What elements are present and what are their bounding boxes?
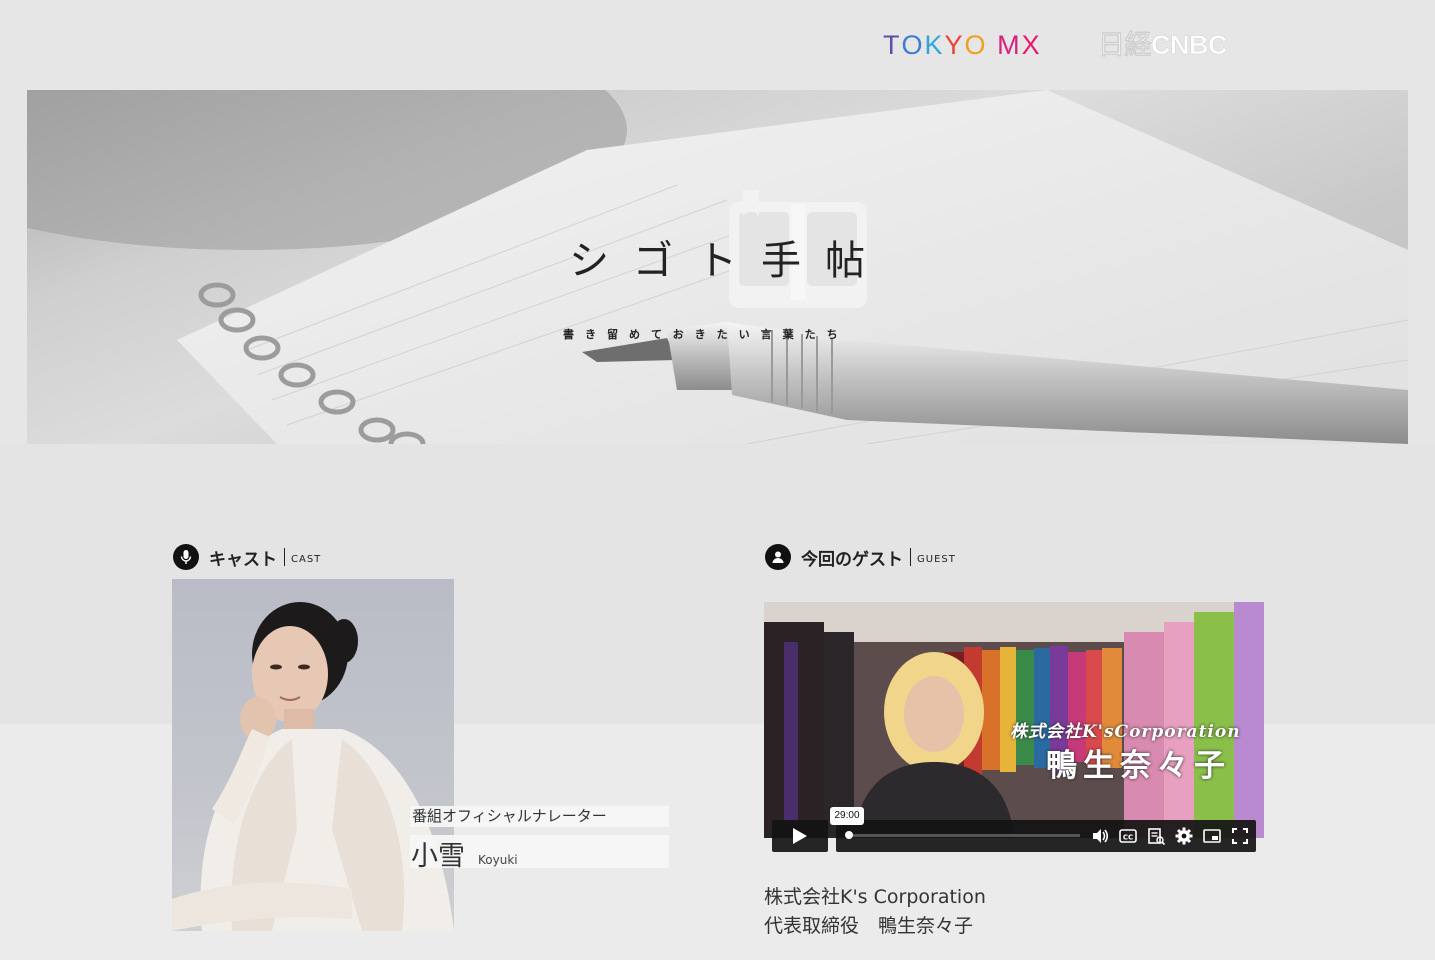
hero-banner: シゴト手帖 書き留めておきたい言葉たち (27, 90, 1408, 444)
logo-letter: X (1021, 30, 1042, 60)
narrator-name-en: Koyuki (478, 853, 518, 867)
program-title: シゴト手帖 (557, 190, 887, 330)
logo-letter: T (883, 30, 902, 60)
logo-letter: O (964, 30, 988, 60)
title-char: ト (697, 238, 737, 284)
guest-section-heading: 今回のゲスト GUEST (765, 544, 956, 570)
fullscreen-icon[interactable] (1230, 826, 1250, 846)
cast-section-heading: キャスト CAST (173, 544, 321, 570)
settings-gear-icon[interactable] (1174, 826, 1194, 846)
heading-divider (284, 548, 285, 566)
narrator-role-label: 番組オフィシャルナレーター (410, 806, 669, 827)
title-char: シ (569, 238, 609, 284)
svg-text:CC: CC (1123, 834, 1133, 842)
volume-icon[interactable] (1090, 826, 1110, 846)
play-button[interactable] (772, 820, 828, 852)
guest-heading-en: GUEST (917, 553, 956, 565)
cast-heading: キャスト (209, 549, 277, 570)
nikkei-cnbc-logo[interactable]: 日経CNBC (1098, 30, 1228, 61)
title-char: 手 (761, 238, 801, 284)
title-char: ゴ (633, 238, 673, 284)
logo-letter: Y (944, 30, 965, 60)
logo-letter: M (997, 30, 1022, 60)
picture-in-picture-icon[interactable] (1202, 826, 1222, 846)
guest-company: 株式会社K's Corporation (764, 886, 986, 908)
program-subtitle: 書き留めておきたい言葉たち (563, 328, 849, 341)
person-icon (765, 544, 791, 570)
heading-divider (910, 548, 911, 566)
video-progress-handle[interactable] (845, 831, 853, 839)
logo-letter (988, 30, 998, 60)
video-progress-bar[interactable] (848, 834, 1080, 837)
tokyo-mx-logo[interactable]: TOKYO MX (883, 30, 1042, 60)
play-icon (793, 828, 807, 844)
cast-heading-en: CAST (291, 553, 322, 565)
logo-letter: O (901, 30, 925, 60)
video-time-tooltip: 29:00 (830, 807, 864, 825)
program-title-text: シゴト手帖 (557, 228, 877, 286)
title-char: 帖 (825, 238, 865, 284)
guest-heading: 今回のゲスト (801, 549, 903, 570)
video-overlay-name: 鴨生奈々子 (1046, 748, 1231, 784)
captions-icon[interactable]: CC (1118, 826, 1138, 846)
logo-letter: K (924, 30, 945, 60)
microphone-icon (173, 544, 199, 570)
site-header: TOKYO MX 日経CNBC (0, 0, 1435, 90)
cast-photo (172, 579, 454, 931)
guest-role-name: 代表取締役 鴨生奈々子 (764, 915, 974, 937)
narrator-name: 小雪 (411, 841, 465, 872)
video-overlay-company: 株式会社K'sCorporation (1010, 722, 1241, 742)
transcript-icon[interactable] (1146, 826, 1166, 846)
